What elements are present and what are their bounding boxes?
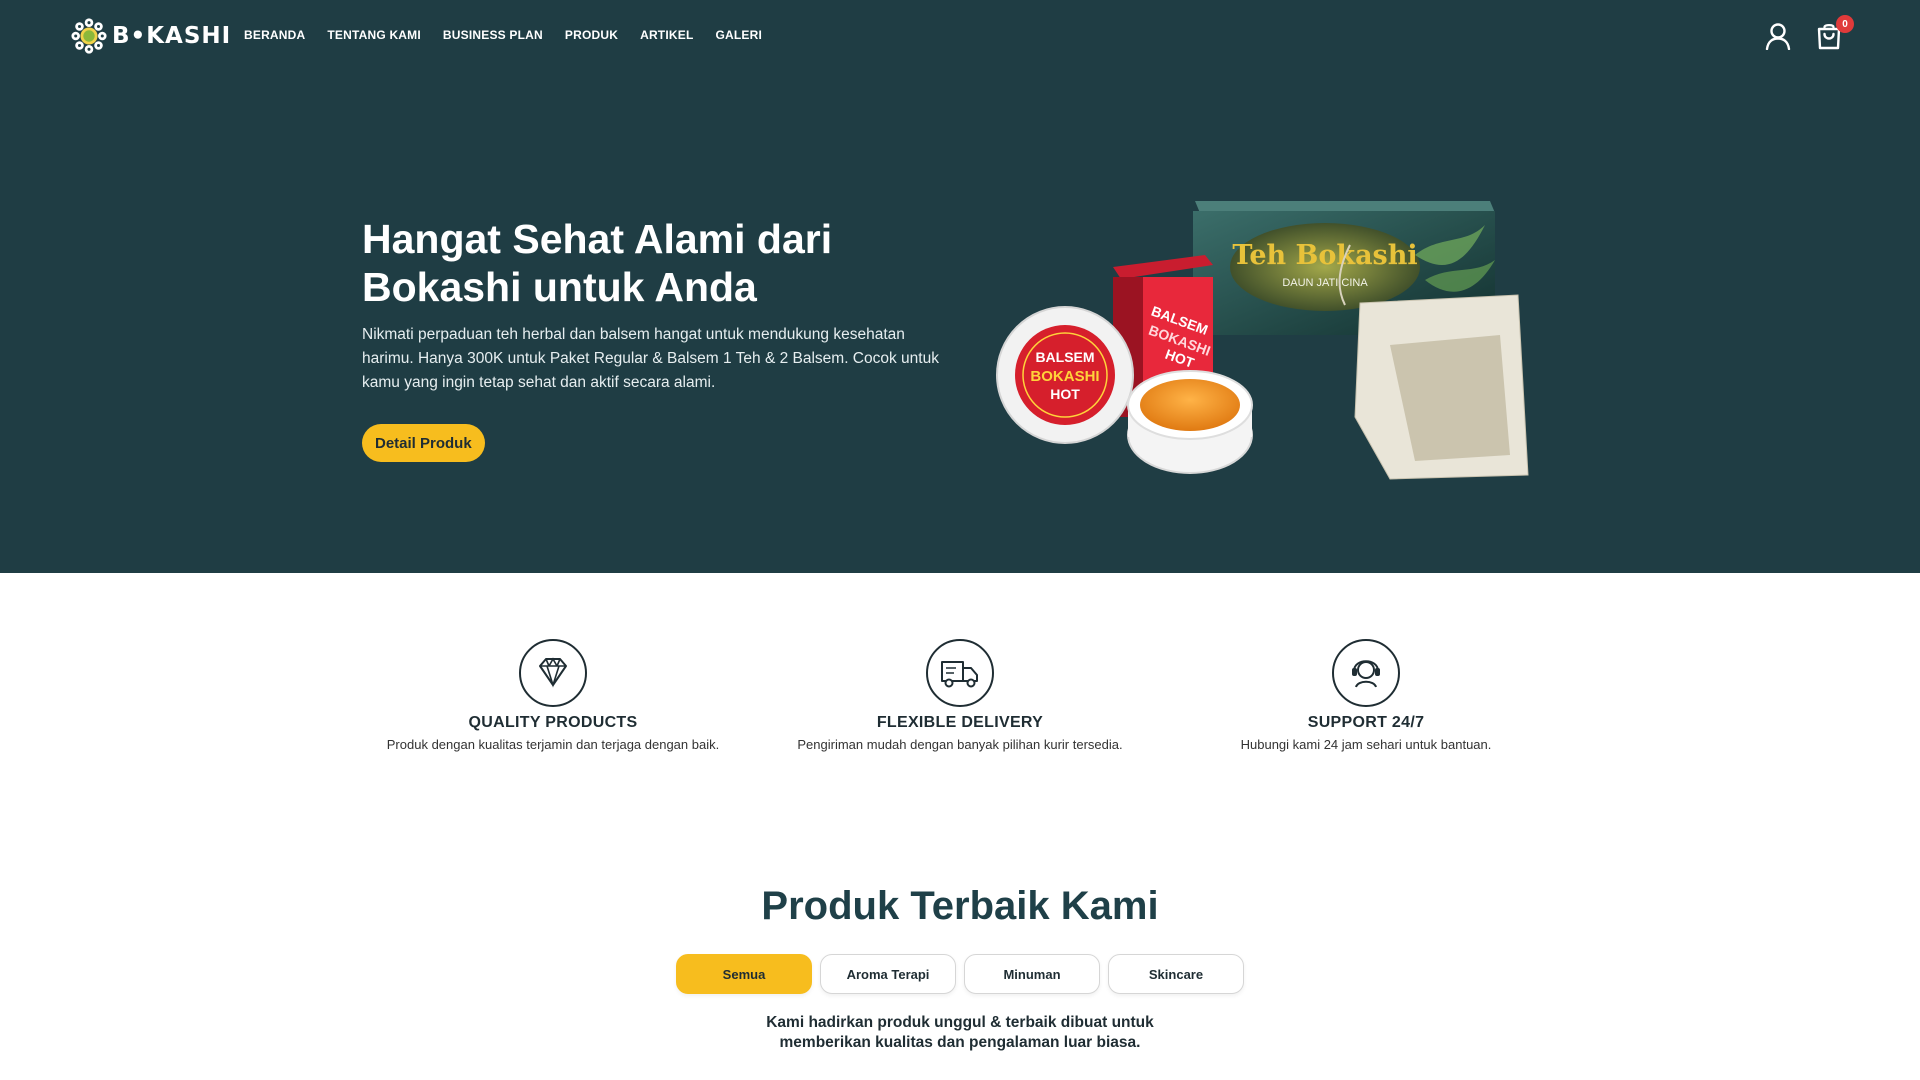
products-subtitle-line2: memberikan kualitas dan pengalaman luar … (779, 1034, 1141, 1051)
hero-title-line2: Bokashi untuk Anda (362, 264, 757, 310)
balm-lid: BALSEM BOKASHI HOT (996, 306, 1134, 444)
feature-title: SUPPORT 24/7 (1307, 714, 1425, 731)
tea-box-title: Teh Bokashi (1232, 240, 1417, 271)
detail-produk-button[interactable]: Detail Produk (362, 424, 485, 462)
feature-delivery: FLEXIBLE DELIVERY Pengiriman mudah denga… (760, 638, 1160, 752)
feature-quality: QUALITY PRODUCTS Produk dengan kualitas … (353, 638, 753, 752)
hero-product-image: Teh Bokashi DAUN JATI CINA BALSEM BOKASH… (996, 201, 1529, 480)
logo-flower-icon (71, 18, 107, 54)
user-icon[interactable] (1765, 22, 1791, 50)
nav-beranda[interactable]: BERANDA (244, 28, 305, 42)
balm-label-line2: BOKASHI (1030, 368, 1099, 385)
tab-minuman[interactable]: Minuman (964, 954, 1100, 994)
hero-text-block: Hangat Sehat Alami dari Bokashi untuk An… (362, 215, 962, 395)
hero-section: B•KASHI BERANDA TENTANG KAMI BUSINESS PL… (0, 0, 1920, 573)
cart-count-badge: 0 (1836, 15, 1854, 33)
truck-icon (926, 639, 994, 707)
hero-title-line1: Hangat Sehat Alami dari (362, 216, 833, 262)
balm-label-line3: HOT (1050, 386, 1080, 402)
feature-description: Produk dengan kualitas terjamin dan terj… (386, 737, 720, 752)
nav-business-plan[interactable]: BUSINESS PLAN (443, 28, 543, 42)
nav-galeri[interactable]: GALERI (715, 28, 762, 42)
hero-title: Hangat Sehat Alami dari Bokashi untuk An… (362, 215, 962, 311)
nav-produk[interactable]: PRODUK (565, 28, 618, 42)
nav-artikel[interactable]: ARTIKEL (640, 28, 693, 42)
main-nav: BERANDA TENTANG KAMI BUSINESS PLAN PRODU… (244, 28, 762, 42)
support-icon (1332, 639, 1400, 707)
nav-tentang-kami[interactable]: TENTANG KAMI (327, 28, 421, 42)
product-category-tabs: Semua Aroma Terapi Minuman Skincare (676, 954, 1244, 994)
feature-support: SUPPORT 24/7 Hubungi kami 24 jam sehari … (1166, 638, 1566, 752)
brand-name: B•KASHI (112, 23, 232, 49)
tab-semua[interactable]: Semua (676, 954, 812, 994)
products-section-title: Produk Terbaik Kami (761, 884, 1159, 928)
products-subtitle: Kami hadirkan produk unggul & terbaik di… (0, 1013, 1920, 1053)
products-subtitle-line1: Kami hadirkan produk unggul & terbaik di… (766, 1014, 1154, 1031)
tea-box-subtitle: DAUN JATI CINA (1282, 277, 1368, 289)
balm-jar (1127, 370, 1253, 474)
tab-aroma-terapi[interactable]: Aroma Terapi (820, 954, 956, 994)
balm-label-line1: BALSEM (1035, 349, 1094, 365)
tab-skincare[interactable]: Skincare (1108, 954, 1244, 994)
feature-title: FLEXIBLE DELIVERY (876, 714, 1044, 731)
feature-description: Hubungi kami 24 jam sehari untuk bantuan… (1240, 737, 1492, 752)
hero-description: Nikmati perpaduan teh herbal dan balsem … (362, 326, 939, 391)
feature-title: QUALITY PRODUCTS (468, 714, 638, 731)
feature-description: Pengiriman mudah dengan banyak pilihan k… (797, 737, 1123, 752)
diamond-icon (519, 639, 587, 707)
brand-logo[interactable]: B•KASHI (70, 16, 231, 56)
top-navbar: B•KASHI BERANDA TENTANG KAMI BUSINESS PL… (0, 0, 1920, 72)
